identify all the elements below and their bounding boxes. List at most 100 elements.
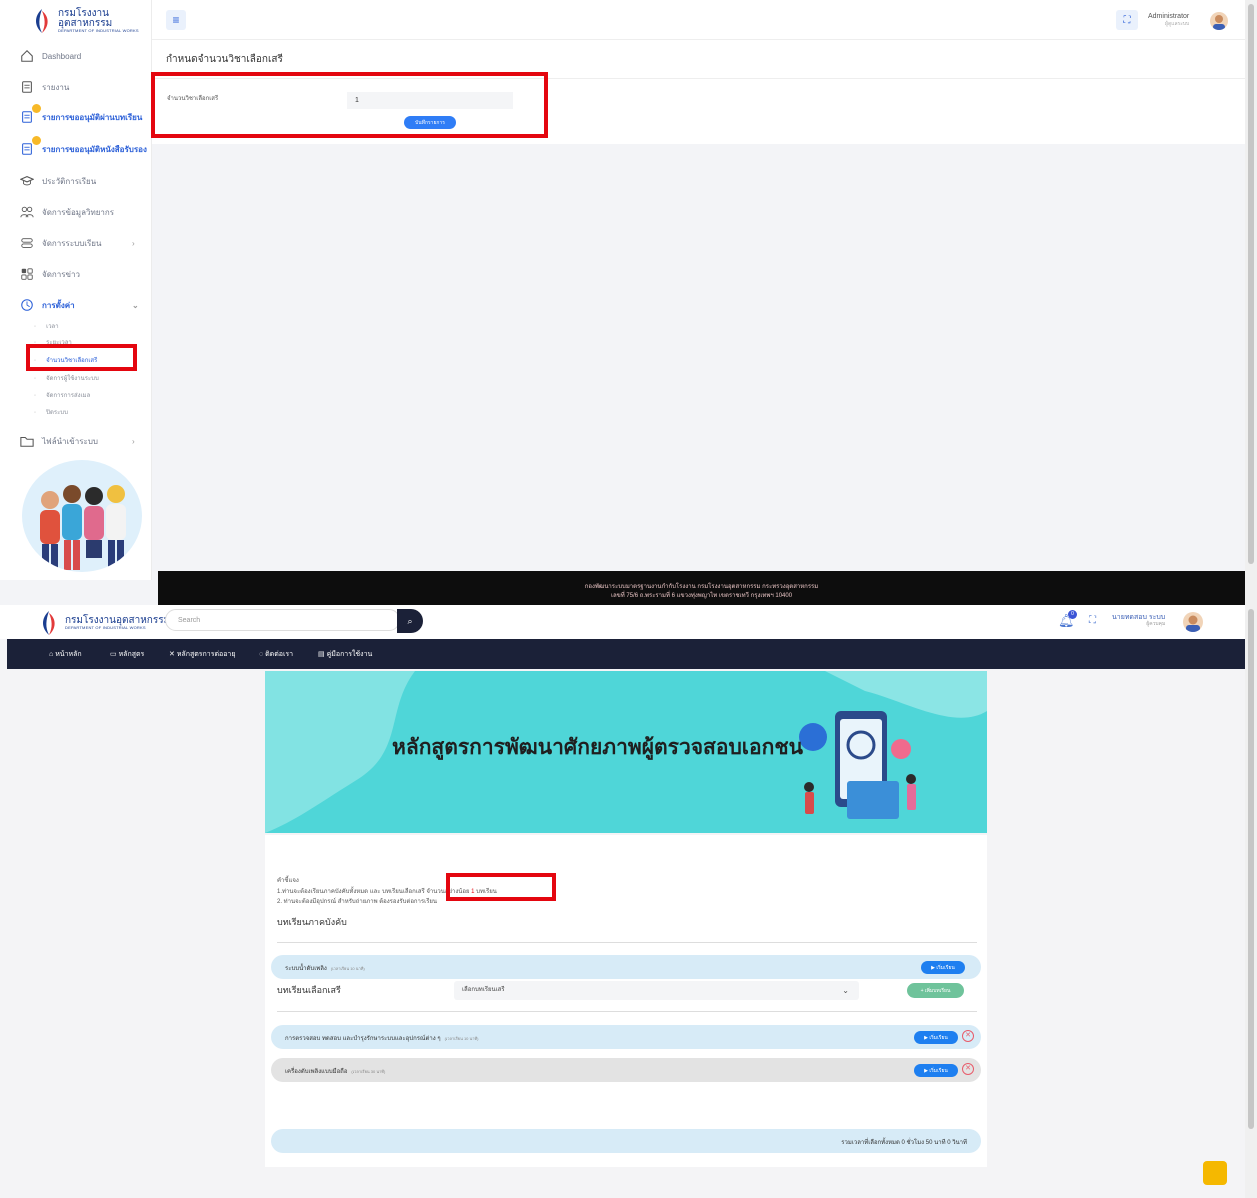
sidebar-item-news[interactable]: จัดการข่าว [20, 265, 80, 283]
nav-label: ติดต่อเรา [265, 651, 294, 658]
lesson-title: เครื่องดับเพลิงแบบมือถือ [285, 1069, 348, 1075]
nav-manual[interactable]: ▤ คู่มือการใช้งาน [318, 649, 372, 660]
main-nav: ⌂ หน้าหลัก ▭ หลักสูตร ✕ หลักสูตรการต่ออา… [7, 639, 1245, 669]
add-lesson-button[interactable]: + เพิ่มบทเรียน [907, 983, 964, 998]
scrollbar-thumb[interactable] [1248, 4, 1254, 564]
chevron-right-icon: › [132, 436, 135, 446]
elective-lesson-row: การตรวจสอบ ทดสอบ และบำรุงรักษาระบบและอุป… [271, 1025, 981, 1049]
nav-renewal-courses[interactable]: ✕ หลักสูตรการต่ออายุ [169, 649, 235, 660]
tools-icon: ✕ [169, 651, 177, 658]
graduation-cap-icon [20, 176, 34, 186]
sidebar-item-label: การตั้งค่า [42, 300, 75, 310]
elective-lesson-row: เครื่องดับเพลิงแบบมือถือ (เวลาเรียน 30 นา… [271, 1058, 981, 1082]
sidebar-item-learning-system[interactable]: จัดการระบบเรียน › [20, 234, 135, 252]
highlight-box [151, 72, 548, 138]
sub-item-close-system[interactable]: ปิดระบบ [34, 407, 68, 417]
user-role: ผู้ควบคุม [1146, 620, 1166, 627]
sub-item-time[interactable]: เวลา [34, 321, 58, 331]
document-icon [22, 111, 32, 123]
learner-logo[interactable]: กรมโรงงานอุตสาหกรรม DEPARTMENT OF INDUST… [37, 610, 170, 636]
sidebar: กรมโรงงานอุตสาหกรรม DEPARTMENT OF INDUST… [0, 0, 152, 580]
start-lesson-button[interactable]: ▶ เริ่มเรียน [914, 1031, 958, 1044]
learner-header: กรมโรงงานอุตสาหกรรม DEPARTMENT OF INDUST… [0, 605, 1245, 639]
scrollbar[interactable] [1245, 605, 1257, 1198]
admin-logo[interactable]: กรมโรงงานอุตสาหกรรม DEPARTMENT OF INDUST… [30, 8, 151, 34]
scrollbar[interactable] [1245, 0, 1257, 605]
logo-sub: DEPARTMENT OF INDUSTRIAL WORKS [65, 625, 146, 630]
search-input[interactable]: Search [165, 609, 400, 631]
layers-icon [21, 238, 33, 248]
monitor-icon: ▭ [110, 651, 119, 658]
mandatory-section-title: บทเรียนภาคบังคับ [277, 917, 347, 927]
lesson-duration: (เวลาเรียน 10 นาที) [444, 1036, 479, 1041]
page-title: กำหนดจำนวนวิชาเลือกเสรี [166, 54, 283, 65]
fullscreen-icon[interactable]: ⛶ [1089, 615, 1096, 626]
remove-icon[interactable]: ✕ [962, 1063, 974, 1075]
total-time-row: รวมเวลาที่เลือกทั้งหมด 0 ชั่วโมง 50 นาที… [271, 1129, 981, 1153]
sidebar-item-label: รายการขออนุมัติหนังสือรับรอง [42, 144, 147, 154]
nav-label: คู่มือการใช้งาน [326, 651, 373, 658]
sidebar-item-label: Dashboard [42, 51, 82, 61]
mandatory-lesson-row: ระบบน้ำดับเพลิง (เวลาเรียน 10 นาที) ▶ เริ… [271, 955, 981, 979]
total-time-text: รวมเวลาที่เลือกทั้งหมด 0 ชั่วโมง 50 นาที… [841, 1140, 967, 1146]
nav-courses[interactable]: ▭ หลักสูตร [110, 649, 144, 660]
chevron-down-icon: ⌄ [842, 986, 849, 995]
admin-topbar: ≡ ⛶ Administrator ผู้ดูแลระบบ [152, 0, 1245, 40]
sidebar-item-dashboard[interactable]: Dashboard [20, 47, 81, 65]
notification-badge [32, 104, 41, 113]
sidebar-item-label: รายงาน [42, 82, 70, 92]
notes-heading: คำชี้แจง [277, 878, 299, 884]
footer-line-2: เลขที่ 75/6 ถ.พระรามที่ 6 แขวงทุ่งพญาไท … [610, 593, 793, 599]
clock-icon [21, 299, 33, 311]
sub-item-mail[interactable]: จัดการการส่งเมล [34, 390, 90, 400]
document-icon [22, 81, 32, 93]
nav-home[interactable]: ⌂ หน้าหลัก [49, 649, 82, 660]
sidebar-item-label: จัดการระบบเรียน [42, 238, 102, 248]
chevron-right-icon: › [132, 238, 135, 248]
notification-badge [32, 136, 41, 145]
lesson-duration: (เวลาเรียน 30 นาที) [351, 1069, 386, 1074]
sidebar-item-import[interactable]: ไฟล์นำเข้าระบบ › [20, 432, 135, 450]
sidebar-item-lesson-approval[interactable]: รายการขออนุมัติผ่านบทเรียน [20, 104, 142, 126]
admin-user-info[interactable]: Administrator ผู้ดูแลระบบ [1148, 13, 1189, 27]
sidebar-item-label: จัดการข้อมูลวิทยากร [42, 207, 115, 217]
start-lesson-button[interactable]: ▶ เริ่มเรียน [914, 1064, 958, 1077]
nav-contact[interactable]: ◌ ติดต่อเรา [259, 649, 293, 660]
nav-label: หน้าหลัก [55, 651, 82, 658]
admin-user-role: ผู้ดูแลระบบ [1165, 21, 1190, 28]
notification-count-badge: 0 [1068, 610, 1077, 619]
diw-logo-icon [30, 8, 54, 34]
note-line-2: 2. ท่านจะต้องมีอุปกรณ์ สำหรับถ่ายภาพ ต้อ… [277, 899, 438, 905]
start-lesson-button[interactable]: ▶ เริ่มเรียน [921, 961, 965, 974]
folder-icon [20, 436, 34, 447]
lesson-title: ระบบน้ำดับเพลิง [285, 966, 327, 972]
admin-screen: กรมโรงงานอุตสาหกรรม DEPARTMENT OF INDUST… [0, 0, 1257, 605]
scrollbar-thumb[interactable] [1248, 609, 1254, 1129]
avatar[interactable] [1210, 12, 1228, 30]
sidebar-item-learning-history[interactable]: ประวัติการเรียน [20, 172, 96, 190]
highlight-box [26, 344, 137, 371]
sidebar-item-label: จัดการข่าว [42, 269, 80, 279]
remove-icon[interactable]: ✕ [962, 1030, 974, 1042]
search-icon[interactable]: ⌕ [397, 609, 423, 633]
course-detail: คำชี้แจง 1.ท่านจะต้องเรียนภาคบังคับทั้งห… [265, 835, 987, 1167]
sidebar-item-label: ประวัติการเรียน [42, 176, 97, 186]
divider [277, 1011, 977, 1012]
user-info[interactable]: นายทดสอบ ระบบ ผู้ควบคุม [1112, 614, 1165, 627]
sub-item-user-management[interactable]: จัดการผู้ใช้งานระบบ [34, 373, 99, 383]
sidebar-item-report[interactable]: รายงาน [20, 78, 69, 96]
admin-footer: กองพัฒนาระบบมาตรฐานงานกำกับโรงงาน กรมโรง… [158, 571, 1245, 605]
divider [277, 942, 977, 943]
lesson-duration: (เวลาเรียน 10 นาที) [330, 966, 365, 971]
home-icon [21, 50, 33, 62]
menu-toggle-icon[interactable]: ≡ [166, 10, 186, 30]
sidebar-item-settings[interactable]: การตั้งค่า ⌄ [20, 296, 139, 314]
elective-select[interactable]: เลือกบทเรียนเสรี ⌄ [454, 981, 859, 1000]
fullscreen-icon[interactable]: ⛶ [1116, 10, 1138, 30]
highlight-box [446, 873, 556, 901]
sidebar-item-certificate-approval[interactable]: รายการขออนุมัติหนังสือรับรอง [20, 136, 147, 158]
avatar[interactable] [1183, 612, 1203, 632]
chat-fab-icon[interactable] [1203, 1161, 1227, 1185]
diw-logo-icon [37, 610, 61, 636]
sidebar-item-instructors[interactable]: จัดการข้อมูลวิทยากร [20, 203, 114, 221]
